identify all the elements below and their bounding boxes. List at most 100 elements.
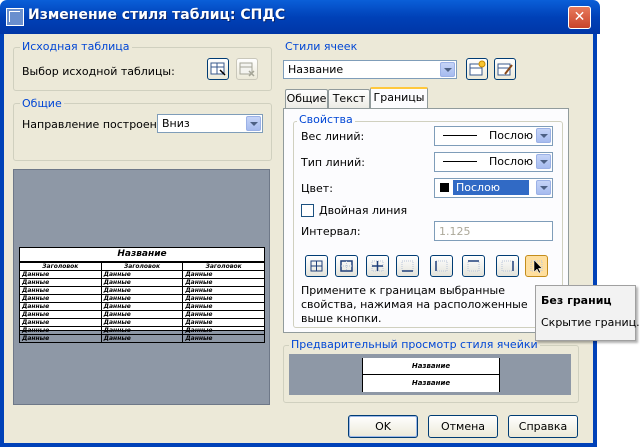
line-weight-label: Вес линий:	[301, 130, 365, 143]
direction-value: Вниз	[162, 117, 190, 130]
help-button[interactable]: Справка	[508, 415, 578, 438]
tab-text[interactable]: Текст	[328, 89, 370, 108]
window-title: Изменение стиля таблиц: СПДС	[28, 7, 286, 23]
preview-data-cell: Данные	[19, 326, 102, 335]
right-border-button[interactable]	[496, 255, 519, 277]
borders-hint: Примените к границам выбранные свойства,…	[301, 284, 528, 325]
chevron-down-icon[interactable]	[536, 180, 551, 195]
delete-table-button[interactable]	[236, 58, 258, 80]
cell-preview-area: Название Название	[289, 354, 571, 395]
all-borders-button[interactable]	[305, 255, 328, 277]
preview-data-row: Данные Данные Данные	[19, 294, 265, 303]
dialog-window: Изменение стиля таблиц: СПДС ✕ Исходная …	[0, 0, 640, 447]
preview-data-cell: Данные	[100, 270, 184, 279]
preview-data-cell: Данные	[19, 278, 102, 287]
bottom-border-icon	[401, 260, 414, 272]
chevron-down-icon[interactable]	[246, 116, 261, 131]
color-label: Цвет:	[301, 182, 333, 195]
preview-data-cell: Данные	[100, 286, 184, 295]
no-borders-tooltip: Без границ Скрытие границ.	[535, 285, 640, 341]
preview-data-row: Данные Данные Данные	[19, 310, 265, 319]
tooltip-text: Скрытие границ.	[541, 316, 640, 329]
window-frame-right	[593, 34, 597, 447]
inside-borders-button[interactable]	[366, 255, 389, 277]
interval-input[interactable]: 1.125	[434, 221, 553, 241]
tab-borders[interactable]: Границы	[370, 87, 428, 109]
select-source-table-label: Выбор исходной таблицы:	[22, 65, 175, 78]
preview-data-cell: Данные	[19, 302, 102, 311]
all-borders-icon	[310, 260, 323, 272]
general-legend: Общие	[20, 97, 64, 110]
chevron-down-icon[interactable]	[536, 128, 551, 143]
chevron-down-icon[interactable]	[440, 62, 455, 77]
preview-data-cell: Данные	[100, 310, 184, 319]
preview-data-cell: Данные	[100, 294, 184, 303]
preview-data-cell: Данные	[182, 310, 265, 319]
preview-header-cell: Заголовок	[100, 262, 184, 271]
select-table-button[interactable]	[207, 58, 229, 80]
preview-data-cell: Данные	[19, 286, 102, 295]
line-type-sample	[443, 161, 477, 162]
preview-data-row: Данные Данные Данные	[19, 286, 265, 295]
tab-general[interactable]: Общие	[285, 89, 328, 108]
preview-data-row: Данные Данные Данные	[19, 334, 265, 343]
preview-data-cell: Данные	[19, 310, 102, 319]
manage-cell-styles-icon	[497, 63, 513, 76]
direction-label: Направление построения:	[22, 118, 175, 131]
new-cell-style-icon	[469, 60, 486, 76]
new-cell-style-button[interactable]	[466, 58, 488, 80]
close-button[interactable]: ✕	[568, 6, 591, 29]
left-border-icon	[435, 260, 448, 272]
preview-data-cell: Данные	[19, 318, 102, 327]
ok-button[interactable]: OK	[348, 415, 418, 438]
tooltip-title: Без границ	[541, 294, 612, 307]
cell-style-value: Название	[288, 63, 344, 76]
delete-table-icon	[239, 62, 255, 77]
interval-label: Интервал:	[301, 225, 361, 238]
color-select[interactable]: Послою	[434, 178, 553, 198]
preview-data-cell: Данные	[182, 286, 265, 295]
select-table-icon	[210, 62, 226, 76]
no-borders-button[interactable]	[525, 255, 548, 277]
line-weight-select[interactable]: Послою	[434, 126, 553, 146]
preview-data-cell: Данные	[100, 278, 184, 287]
cell-styles-legend: Стили ячеек	[285, 40, 358, 53]
preview-header-cell: Заголовок	[19, 262, 102, 271]
top-border-icon	[467, 260, 480, 272]
preview-data-row: Данные Данные Данные	[19, 318, 265, 327]
preview-table-title: Название	[20, 248, 264, 262]
left-border-button[interactable]	[430, 255, 453, 277]
table-style-icon	[6, 8, 24, 26]
preview-data-cell: Данные	[19, 334, 102, 343]
bottom-border-button[interactable]	[396, 255, 419, 277]
preview-header-row: Заголовок Заголовок Заголовок	[19, 262, 265, 271]
borders-tab-panel: Свойства Вес линий: Послою Тип линий: По…	[283, 108, 569, 333]
color-value: Послою	[453, 180, 529, 195]
double-line-checkbox[interactable]	[301, 204, 314, 217]
direction-select[interactable]: Вниз	[157, 114, 263, 133]
preview-data-cell: Данные	[100, 302, 184, 311]
chevron-down-icon[interactable]	[536, 154, 551, 169]
color-swatch	[440, 183, 449, 192]
cell-style-select[interactable]: Название	[283, 60, 457, 79]
preview-data-row: Данные Данные Данные	[19, 270, 265, 279]
manage-cell-styles-button[interactable]	[494, 58, 516, 80]
line-type-select[interactable]: Послою	[434, 152, 553, 172]
no-borders-icon	[530, 259, 543, 274]
cancel-button[interactable]: Отмена	[428, 415, 498, 438]
preview-data-cell: Данные	[100, 326, 184, 335]
cell-preview-row: Название	[411, 379, 451, 387]
properties-legend: Свойства	[297, 113, 355, 126]
top-border-button[interactable]	[462, 255, 485, 277]
title-bar[interactable]: Изменение стиля таблиц: СПДС ✕	[0, 0, 600, 34]
source-table-legend: Исходная таблица	[20, 40, 132, 53]
preview-data-cell: Данные	[182, 302, 265, 311]
cell-preview-table: Название Название	[362, 358, 500, 392]
line-weight-sample	[443, 135, 477, 136]
preview-table-container: Название Заголовок Заголовок Заголовок Данн…	[19, 247, 265, 343]
outside-borders-button[interactable]	[335, 255, 358, 277]
preview-data-cell: Данные	[19, 270, 102, 279]
preview-data-cell: Данные	[182, 294, 265, 303]
preview-data-row: Данные Данные Данные	[19, 278, 265, 287]
interval-value: 1.125	[439, 225, 471, 238]
